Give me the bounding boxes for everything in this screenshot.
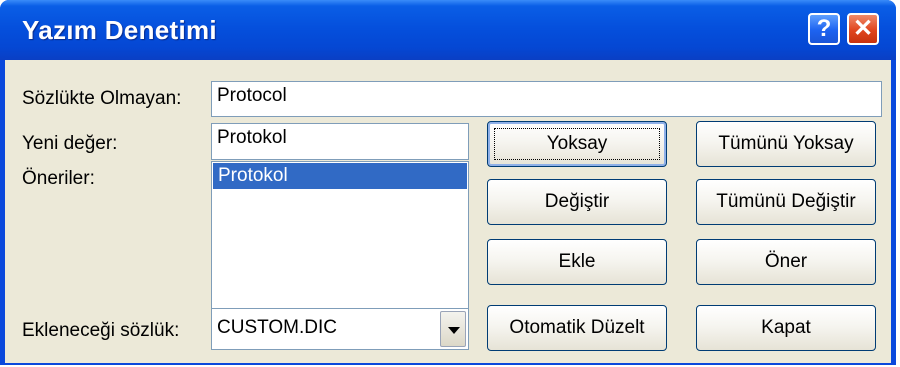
autocorrect-button[interactable]: Otomatik Düzelt <box>487 305 667 351</box>
close-button[interactable]: Kapat <box>696 305 876 351</box>
ignore-all-button[interactable]: Tümünü Yoksay <box>696 121 876 167</box>
dialog-body: Sözlükte Olmayan: Protocol Yeni değer: P… <box>5 60 891 363</box>
change-button[interactable]: Değiştir <box>487 179 667 225</box>
title-bar[interactable]: Yazım Denetimi ? ✕ <box>0 0 896 60</box>
autocorrect-button-label: Otomatik Düzelt <box>509 317 645 338</box>
ignore-all-button-label: Tümünü Yoksay <box>718 133 854 154</box>
change-all-button-label: Tümünü Değiştir <box>716 191 856 212</box>
change-to-field[interactable]: Protokol <box>211 123 469 160</box>
suggestions-label: Öneriler: <box>22 168 95 189</box>
spelling-dialog: Yazım Denetimi ? ✕ Sözlükte Olmayan: Pro… <box>0 0 896 365</box>
not-in-dictionary-label: Sözlükte Olmayan: <box>22 88 182 109</box>
add-words-to-label: Ekleneceği sözlük: <box>22 320 180 341</box>
close-button-label: Kapat <box>761 317 811 338</box>
add-button-label: Ekle <box>558 251 596 272</box>
suggestion-item[interactable]: Protokol <box>213 163 467 189</box>
chevron-down-icon[interactable] <box>440 311 466 347</box>
close-window-button[interactable]: ✕ <box>847 13 879 45</box>
dictionary-select[interactable]: CUSTOM.DIC <box>211 308 469 350</box>
suggest-button-label: Öner <box>764 251 808 272</box>
change-all-button[interactable]: Tümünü Değiştir <box>696 179 876 225</box>
not-in-dictionary-field[interactable]: Protocol <box>211 81 882 117</box>
ignore-button[interactable]: Yoksay <box>487 121 667 167</box>
suggest-button[interactable]: Öner <box>696 239 876 285</box>
focus-rectangle <box>494 128 660 160</box>
change-to-label: Yeni değer: <box>22 133 118 154</box>
help-button[interactable]: ? <box>808 13 840 45</box>
change-button-label: Değiştir <box>544 191 610 212</box>
add-button[interactable]: Ekle <box>487 239 667 285</box>
help-icon: ? <box>816 15 832 42</box>
dictionary-select-value: CUSTOM.DIC <box>217 317 337 338</box>
dialog-title: Yazım Denetimi <box>22 15 217 45</box>
close-icon: ✕ <box>852 15 874 42</box>
